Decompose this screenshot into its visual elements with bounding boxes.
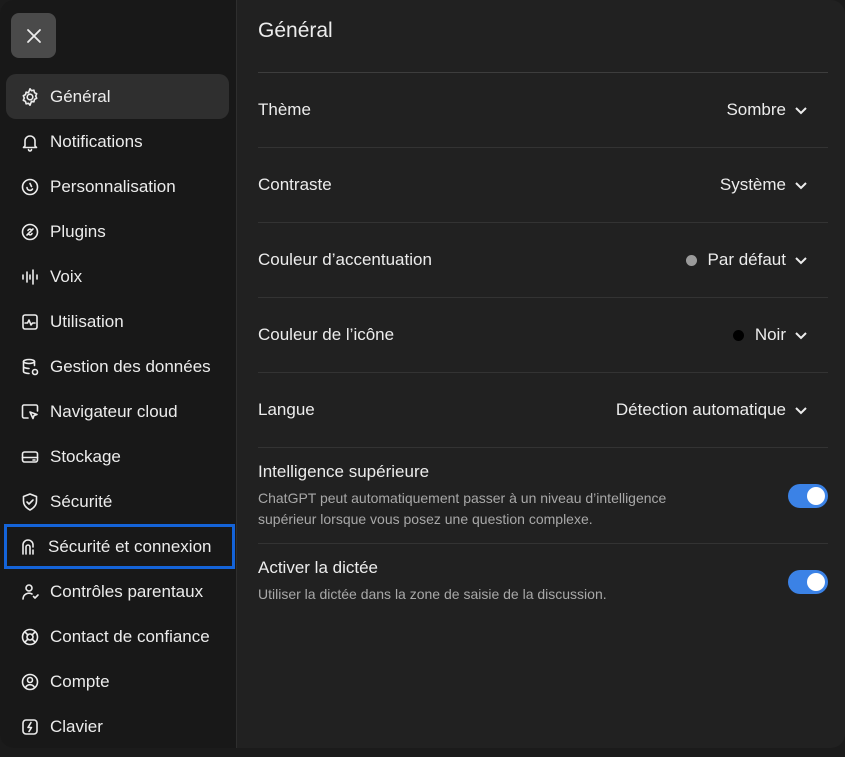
sidebar-item-usage[interactable]: Utilisation [6,299,229,344]
keyboard-icon [20,717,40,737]
close-icon [26,28,41,43]
bell-icon [20,132,40,152]
setting-row-advanced-intelligence: Intelligence supérieure ChatGPT peut aut… [258,462,828,544]
sidebar-item-label: Voix [50,266,83,286]
setting-label: Activer la dictée [258,558,378,577]
sidebar-item-label: Contrôles parentaux [50,581,204,601]
setting-row-language: Langue Détection automatique [258,373,828,448]
setting-label: Couleur de l’icône [258,325,395,344]
chevron-down-icon [795,407,807,415]
setting-label: Langue [258,400,315,419]
parental-controls-icon [20,582,40,602]
sidebar-item-personalization[interactable]: Personnalisation [6,164,229,209]
theme-dropdown[interactable]: Sombre [726,100,828,120]
shield-icon [20,492,40,512]
dropdown-value: Sombre [726,100,786,119]
waveform-icon [20,267,40,287]
sidebar-item-label: Personnalisation [50,176,176,196]
sidebar-item-label: Compte [50,671,110,691]
plugin-icon [20,222,40,242]
personalize-icon [20,177,40,197]
dropdown-value: Détection automatique [615,400,786,419]
close-button[interactable] [11,13,56,58]
chevron-down-icon [795,107,807,115]
sidebar-item-label: Clavier [50,716,103,736]
sidebar-item-label: Sécurité [50,491,113,511]
dictation-toggle[interactable] [788,570,828,594]
sidebar-item-label: Notifications [50,131,143,151]
sidebar-item-label: Sécurité et connexion [48,536,212,556]
sidebar-item-label: Général [50,86,111,106]
dropdown-value: Par défaut [707,250,786,269]
sidebar-item-voice[interactable]: Voix [6,254,229,299]
toggle-knob [807,573,825,591]
advanced-intelligence-toggle[interactable] [788,484,828,508]
sidebar-item-label: Utilisation [50,311,124,331]
setting-row-contrast: Contraste Système [258,148,828,223]
setting-label: Contraste [258,175,332,194]
sidebar-item-general[interactable]: Général [6,74,229,119]
account-icon [20,672,40,692]
toggle-knob [807,487,825,505]
sidebar-item-storage[interactable]: Stockage [6,434,229,479]
accent-color-dropdown[interactable]: Par défaut [685,250,828,270]
sidebar-item-keyboard[interactable]: Clavier [6,704,229,748]
settings-window: Général Notifications Personnalisation P… [0,0,845,748]
setting-row-accent-color: Couleur d’accentuation Par défaut [258,223,828,298]
setting-row-theme: Thème Sombre [258,73,828,148]
icon-color-dropdown[interactable]: Noir [732,325,828,345]
sidebar-item-notifications[interactable]: Notifications [6,119,229,164]
setting-row-icon-color: Couleur de l’icône Noir [258,298,828,373]
gear-icon [20,87,40,107]
setting-label: Intelligence supérieure [258,462,430,481]
storage-icon [20,447,40,467]
security-login-icon [18,537,38,557]
language-dropdown[interactable]: Détection automatique [616,400,828,420]
sidebar-item-data-controls[interactable]: Gestion des données [6,344,229,389]
setting-label: Thème [258,100,311,119]
database-icon [20,357,40,377]
sidebar-nav: Général Notifications Personnalisation P… [4,74,235,748]
sidebar-item-plugins[interactable]: Plugins [6,209,229,254]
color-swatch [685,254,697,266]
sidebar-item-label: Navigateur cloud [50,401,178,421]
usage-icon [20,312,40,332]
contrast-dropdown[interactable]: Système [720,175,828,195]
dropdown-value: Noir [754,325,786,344]
setting-label: Couleur d’accentuation [258,250,432,269]
lifebuoy-icon [20,627,40,647]
dropdown-value: Système [719,175,786,194]
sidebar-item-label: Stockage [50,446,121,466]
sidebar-item-security[interactable]: Sécurité [6,479,229,524]
color-swatch [732,329,744,341]
sidebar-item-parental-controls[interactable]: Contrôles parentaux [6,569,229,614]
sidebar-item-account[interactable]: Compte [6,659,229,704]
sidebar-item-trusted-contact[interactable]: Contact de confiance [6,614,229,659]
chevron-down-icon [795,182,807,190]
page-title: Général [258,19,333,42]
setting-description: ChatGPT peut automatiquement passer à un… [258,490,667,527]
setting-description: Utiliser la dictée dans la zone de saisi… [258,586,607,602]
sidebar-item-label: Gestion des données [50,356,211,376]
chevron-down-icon [795,332,807,340]
sidebar-item-cloud-browser[interactable]: Navigateur cloud [6,389,229,434]
chevron-down-icon [795,257,807,265]
setting-row-dictation: Activer la dictée Utiliser la dictée dan… [258,558,828,618]
sidebar-item-security-login[interactable]: Sécurité et connexion [4,524,235,569]
sidebar-item-label: Plugins [50,221,106,241]
sidebar: Général Notifications Personnalisation P… [0,0,237,748]
cloud-browser-icon [20,402,40,422]
sidebar-item-label: Contact de confiance [50,626,210,646]
